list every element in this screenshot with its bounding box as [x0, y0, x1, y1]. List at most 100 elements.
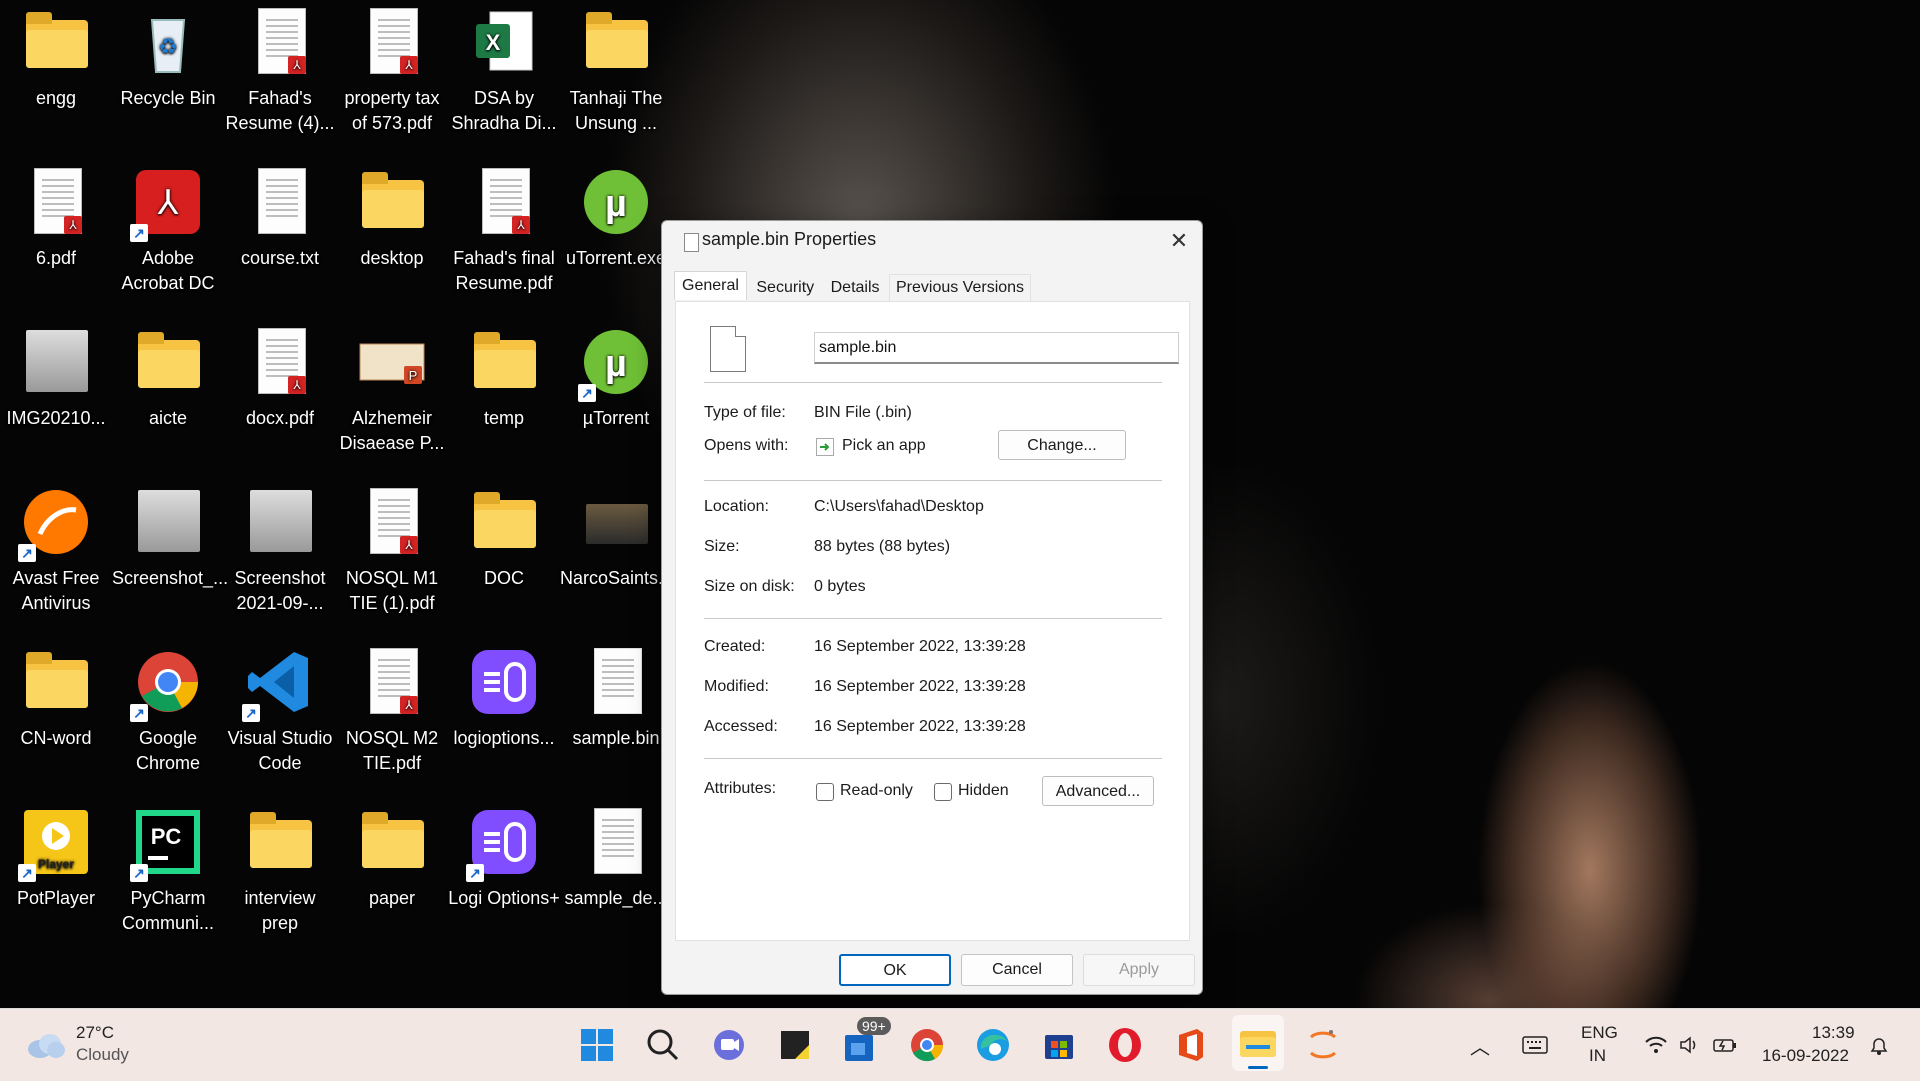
type-value: BIN File (.bin) [814, 404, 912, 421]
desktop-icon[interactable]: ⅄ property tax of 573.pdf [336, 0, 448, 136]
desktop-icon-label: CN-word [20, 728, 92, 748]
desktop-icon[interactable]: Player ↗ PotPlayer [0, 800, 112, 911]
desktop-icon-label: Fahad's final Resume.pdf [453, 248, 555, 293]
desktop-icon[interactable]: logioptions... [448, 640, 560, 751]
desktop-icon[interactable]: µ ↗ µTorrent [560, 320, 672, 431]
desktop-icon[interactable]: PC ↗ PyCharm Communi... [112, 800, 224, 936]
desktop-icon[interactable]: aicte [112, 320, 224, 431]
desktop-icon[interactable]: ⅄ Fahad's Resume (4)... [224, 0, 336, 136]
desktop-icon[interactable]: interview prep [224, 800, 336, 936]
desktop-icon[interactable]: ⅄ NOSQL M1 TIE (1).pdf [336, 480, 448, 616]
acrobat-icon: ⅄ ↗ [130, 166, 204, 242]
hidden-checkbox[interactable] [934, 783, 952, 801]
volume-icon[interactable] [1678, 1035, 1702, 1055]
active-indicator [1248, 1066, 1268, 1069]
desktop-icon[interactable]: sample_de... [560, 800, 672, 911]
desktop-icon[interactable]: NarcoSaints... [560, 480, 673, 591]
desktop-icon[interactable]: course.txt [224, 160, 336, 271]
file-explorer-taskbar-button[interactable] [1232, 1015, 1284, 1071]
desktop-icon[interactable]: ⅄ Fahad's final Resume.pdf [448, 160, 560, 296]
recycle-bin-icon: ♻ [132, 6, 204, 78]
svg-text:♻: ♻ [158, 34, 178, 59]
start-button[interactable] [575, 1023, 619, 1067]
desktop-icon[interactable]: Screenshot 2021-09-... [224, 480, 336, 616]
clock-date[interactable]: 16-09-2022 [1762, 1046, 1849, 1066]
ok-button[interactable]: OK [839, 954, 951, 986]
sticky-notes-button[interactable] [773, 1023, 817, 1067]
dialog-titlebar[interactable]: sample.bin Properties ✕ [662, 221, 1202, 261]
desktop-icon[interactable]: ♻ Recycle Bin [112, 0, 224, 111]
desktop-icon[interactable]: Screenshot_... [112, 480, 228, 591]
desktop-icon[interactable]: DOC [448, 480, 560, 591]
desktop-icon[interactable]: IMG20210... [0, 320, 112, 431]
apply-button[interactable]: Apply [1083, 954, 1195, 986]
desktop-icon[interactable]: sample.bin [560, 640, 672, 751]
store-taskbar-button[interactable] [1037, 1023, 1081, 1067]
desktop-icon[interactable]: ⅄ ↗ Adobe Acrobat DC [112, 160, 224, 296]
advanced-button[interactable]: Advanced... [1042, 776, 1154, 806]
opens-with-value: Pick an app [842, 437, 926, 454]
chat-icon [714, 1030, 744, 1060]
folder-icon [1240, 1031, 1276, 1057]
weather-desc: Cloudy [76, 1045, 129, 1064]
windows-icon [581, 1029, 613, 1061]
tab-security[interactable]: Security [749, 274, 821, 302]
desktop-icon[interactable]: P Alzhemeir Disaease P... [336, 320, 448, 456]
keyboard-icon[interactable] [1522, 1035, 1548, 1055]
desktop-icon[interactable]: Tanhaji The Unsung ... [560, 0, 672, 136]
tab-previous-versions[interactable]: Previous Versions [888, 274, 1032, 301]
wifi-icon[interactable] [1644, 1035, 1668, 1055]
battery-icon[interactable] [1712, 1035, 1738, 1055]
jupyter-taskbar-button[interactable] [1301, 1023, 1345, 1067]
modified-value: 16 September 2022, 13:39:28 [814, 678, 1026, 695]
desktop-icon[interactable]: paper [336, 800, 448, 911]
desktop-icon[interactable]: temp [448, 320, 560, 431]
clock-time[interactable]: 13:39 [1812, 1023, 1855, 1043]
desktop-icon[interactable]: ⅄ 6.pdf [0, 160, 112, 271]
language-indicator-bottom[interactable]: IN [1589, 1046, 1606, 1066]
desktop-icon[interactable]: µ uTorrent.exe [560, 160, 672, 271]
desktop-icon-label: 6.pdf [35, 248, 77, 268]
desktop-icon-label: Fahad's Resume (4)... [225, 88, 335, 133]
opera-taskbar-button[interactable] [1103, 1023, 1147, 1067]
office-taskbar-button[interactable] [1169, 1023, 1213, 1067]
desktop-icon-label: Adobe Acrobat DC [121, 248, 215, 293]
readonly-checkbox[interactable] [816, 783, 834, 801]
search-button[interactable] [641, 1023, 685, 1067]
desktop-icon[interactable]: CN-word [0, 640, 112, 751]
desktop-icon[interactable]: ↗ Visual Studio Code [224, 640, 336, 776]
desktop-icon-label: desktop [360, 248, 424, 268]
desktop-icon[interactable]: ⅄ docx.pdf [224, 320, 336, 431]
teams-chat-button[interactable] [707, 1023, 751, 1067]
desktop-icon-label: docx.pdf [245, 408, 315, 428]
file-name-input[interactable] [814, 332, 1179, 364]
chrome-taskbar-button[interactable] [905, 1023, 949, 1067]
change-button[interactable]: Change... [998, 430, 1126, 460]
show-hidden-icons-chevron-icon[interactable]: ︿ [1470, 1031, 1490, 1060]
desktop-icon[interactable]: ⅄ NOSQL M2 TIE.pdf [336, 640, 448, 776]
pdf-document-icon: ⅄ [356, 646, 428, 718]
notification-icon[interactable] [1868, 1035, 1890, 1057]
desktop-icon[interactable]: ↗ Avast Free Antivirus [0, 480, 112, 616]
desktop-icon[interactable]: ↗ Logi Options+ [448, 800, 560, 911]
language-indicator-top[interactable]: ENG [1581, 1023, 1618, 1043]
excel-icon: X [468, 6, 540, 78]
tab-general[interactable]: General [674, 271, 747, 300]
weather-widget[interactable]: 27°C Cloudy [26, 1021, 166, 1069]
mail-button[interactable]: 99+ [839, 1017, 891, 1067]
cancel-button[interactable]: Cancel [961, 954, 1073, 986]
desktop-icon-label: uTorrent.exe [565, 248, 667, 268]
desktop-icon[interactable]: engg [0, 0, 112, 111]
desktop-icon-label: sample_de... [564, 888, 668, 908]
close-button[interactable]: ✕ [1156, 221, 1202, 261]
svg-text:Player: Player [38, 857, 74, 871]
desktop-icon[interactable]: desktop [336, 160, 448, 271]
desktop-icon[interactable]: X DSA by Shradha Di... [448, 0, 560, 136]
blank-file-icon [580, 646, 652, 718]
desktop-icon[interactable]: ↗ Google Chrome [112, 640, 224, 776]
tab-details[interactable]: Details [824, 274, 887, 302]
pdf-document-icon: ⅄ [20, 166, 92, 238]
desktop-icon-label: temp [483, 408, 525, 428]
edge-taskbar-button[interactable] [971, 1023, 1015, 1067]
chrome-icon: ↗ [130, 646, 204, 722]
